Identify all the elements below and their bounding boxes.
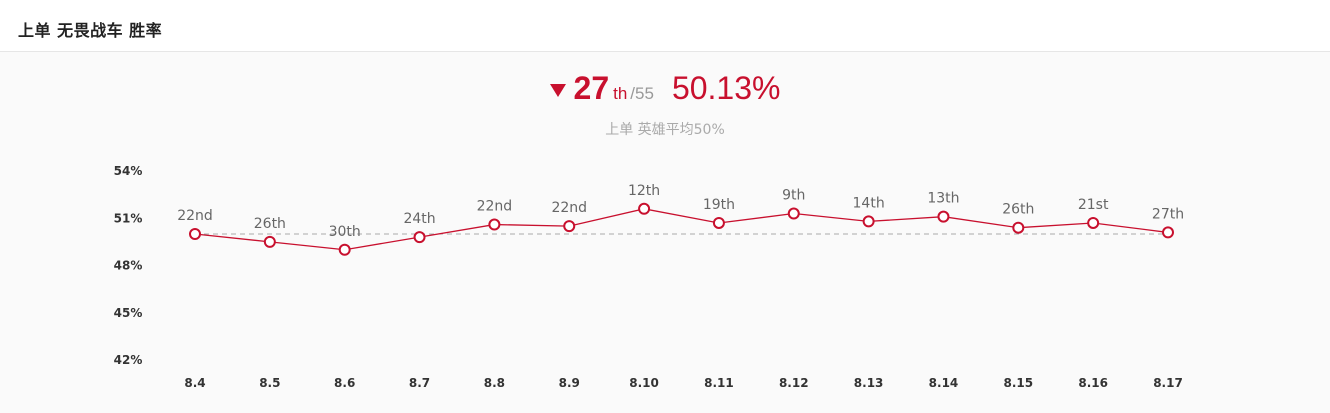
y-tick-label: 54%	[114, 164, 143, 178]
x-tick-label: 8.5	[259, 376, 280, 390]
data-point	[338, 243, 351, 256]
data-point-label: 9th	[782, 188, 805, 204]
data-point	[563, 220, 576, 233]
y-tick-label: 51%	[114, 211, 143, 225]
data-point	[413, 231, 426, 244]
winrate-line-chart: 54% 51% 48% 45% 42% 8.4 8.5 8.6 8.7 8.8 8.9 8.10 8.1…	[114, 164, 1184, 390]
x-tick-label: 8.8	[484, 376, 505, 390]
x-tick-label: 8.13	[854, 376, 884, 390]
data-point	[638, 202, 651, 215]
data-point	[1162, 226, 1174, 239]
data-point-label: 26th	[254, 216, 286, 232]
data-point	[787, 207, 800, 220]
data-point-label: 19th	[703, 197, 735, 213]
data-point	[263, 235, 276, 248]
x-tick-label: 8.16	[1078, 376, 1108, 390]
data-point-label: 27th	[1152, 206, 1184, 222]
data-point	[1012, 221, 1025, 234]
data-point-label: 21st	[1078, 197, 1109, 213]
data-point	[862, 215, 875, 228]
data-point-label: 24th	[403, 211, 435, 227]
x-tick-label: 8.4	[184, 376, 205, 390]
x-tick-label: 8.6	[334, 376, 355, 390]
data-point-label: 22nd	[551, 200, 587, 216]
y-tick-label: 48%	[114, 259, 143, 273]
data-point-label: 14th	[853, 195, 885, 211]
data-point	[1087, 216, 1100, 229]
y-tick-label: 45%	[114, 306, 143, 320]
x-tick-label: 8.7	[409, 376, 430, 390]
data-point	[189, 228, 201, 240]
x-tick-label: 8.17	[1153, 376, 1183, 390]
data-point-label: 13th	[927, 191, 959, 207]
data-point	[712, 216, 725, 229]
x-tick-label: 8.14	[929, 376, 959, 390]
y-tick-label: 42%	[114, 353, 143, 367]
x-tick-label: 8.10	[629, 376, 659, 390]
x-tick-label: 8.11	[704, 376, 734, 390]
data-point-label: 22nd	[477, 199, 513, 215]
x-tick-label: 8.15	[1004, 376, 1034, 390]
x-tick-label: 8.12	[779, 376, 809, 390]
data-point-label: 12th	[628, 183, 660, 199]
data-point	[937, 210, 950, 223]
data-point-label: 22nd	[177, 208, 213, 224]
data-point-label: 30th	[329, 224, 361, 240]
data-point-label: 26th	[1002, 202, 1034, 218]
x-tick-label: 8.9	[559, 376, 580, 390]
data-point	[488, 218, 501, 231]
